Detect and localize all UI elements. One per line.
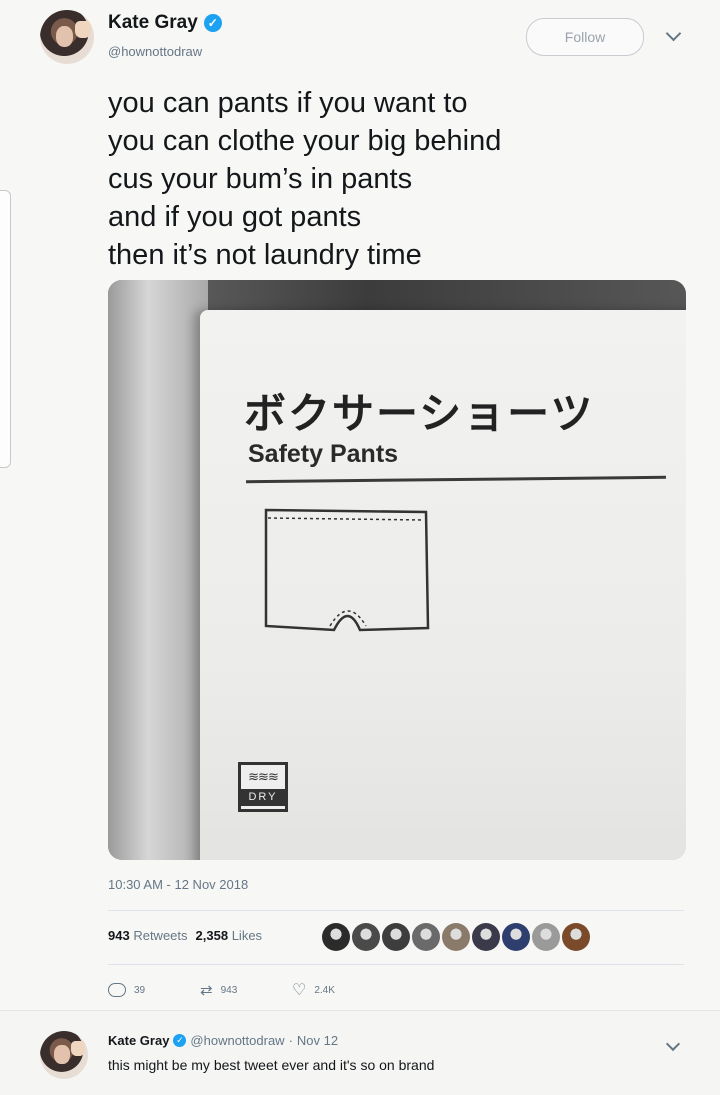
liker-avatar[interactable] <box>322 923 350 951</box>
tweet-stats: 943 Retweets 2,358 Likes <box>108 928 262 943</box>
reply-icon <box>108 983 126 997</box>
divider <box>108 964 684 965</box>
dry-label: DRY <box>241 789 285 806</box>
author-handle[interactable]: @hownottodraw <box>108 44 202 59</box>
liker-avatar[interactable] <box>442 923 470 951</box>
tweet-line: then it’s not laundry time <box>108 239 422 271</box>
liker-avatar[interactable] <box>352 923 380 951</box>
reply-text: this might be my best tweet ever and it'… <box>108 1057 435 1073</box>
tweet-text: you can pants if you want to you can clo… <box>108 84 501 274</box>
reply-author-name[interactable]: Kate Gray <box>108 1033 169 1048</box>
retweets-stat[interactable]: 943 Retweets <box>108 928 188 943</box>
liker-avatar[interactable] <box>382 923 410 951</box>
likes-stat[interactable]: 2,358 Likes <box>196 928 263 943</box>
photo-background <box>108 280 208 860</box>
tweet-card: Kate Gray ✓ @hownottodraw Follow you can… <box>0 0 720 1010</box>
retweet-count: 943 <box>220 984 238 996</box>
wave-icon: ≋≋≋ <box>248 769 279 784</box>
verified-icon: ✓ <box>203 14 222 32</box>
side-scroll-handle[interactable] <box>0 190 11 468</box>
reply-date[interactable]: Nov 12 <box>297 1033 338 1048</box>
retweets-count: 943 <box>108 928 130 943</box>
reply-author-avatar[interactable] <box>40 1031 88 1079</box>
heart-icon: ♡ <box>292 982 307 999</box>
liker-avatar[interactable] <box>472 923 500 951</box>
likes-count: 2,358 <box>195 928 229 943</box>
verified-icon: ✓ <box>173 1034 187 1047</box>
tweet-line: you can clothe your big behind <box>108 125 502 157</box>
reply-button[interactable]: 39 <box>108 980 200 1000</box>
reply-header: Kate Gray ✓ @hownottodraw · Nov 12 <box>108 1033 338 1048</box>
author-avatar[interactable] <box>40 10 94 64</box>
retweets-label: Retweets <box>133 928 188 943</box>
likes-label: Likes <box>231 928 263 943</box>
liker-avatar[interactable] <box>562 923 590 951</box>
reply-tweet[interactable]: Kate Gray ✓ @hownottodraw · Nov 12 this … <box>0 1010 720 1095</box>
like-button[interactable]: ♡ 2.4K <box>292 980 384 1000</box>
pants-illustration <box>264 508 430 632</box>
chevron-down-icon[interactable] <box>665 25 682 42</box>
author-name-row[interactable]: Kate Gray ✓ <box>108 12 222 34</box>
reply-handle[interactable]: @hownottodraw <box>190 1033 284 1048</box>
dry-badge: ≋≋≋ DRY <box>238 762 288 812</box>
like-count: 2.4K <box>314 984 335 996</box>
chevron-down-icon[interactable] <box>665 1036 681 1052</box>
photo-en-label: Safety Pants <box>248 440 399 468</box>
tweet-actions: 39 ⇄ 943 ♡ 2.4K <box>108 980 384 1000</box>
tweet-photo[interactable]: ボクサーショーツ Safety Pants ≋≋≋ DRY <box>108 280 686 860</box>
retweet-icon: ⇄ <box>200 982 213 999</box>
liker-avatar[interactable] <box>532 923 560 951</box>
tweet-line: and if you got pants <box>108 201 362 233</box>
tweet-line: cus your bum’s in pants <box>108 163 413 195</box>
follow-button[interactable]: Follow <box>526 18 644 56</box>
photo-jp-label: ボクサーショーツ <box>244 390 595 437</box>
dot-separator: · <box>288 1033 293 1048</box>
liker-avatar[interactable] <box>502 923 530 951</box>
reply-count: 39 <box>134 984 146 996</box>
author-name[interactable]: Kate Gray <box>108 12 198 34</box>
liker-avatars <box>322 923 590 951</box>
liker-avatar[interactable] <box>412 923 440 951</box>
retweet-button[interactable]: ⇄ 943 <box>200 980 292 1000</box>
tweet-timestamp[interactable]: 10:30 AM - 12 Nov 2018 <box>108 877 248 892</box>
divider <box>108 910 684 911</box>
tweet-line: you can pants if you want to <box>108 87 468 119</box>
